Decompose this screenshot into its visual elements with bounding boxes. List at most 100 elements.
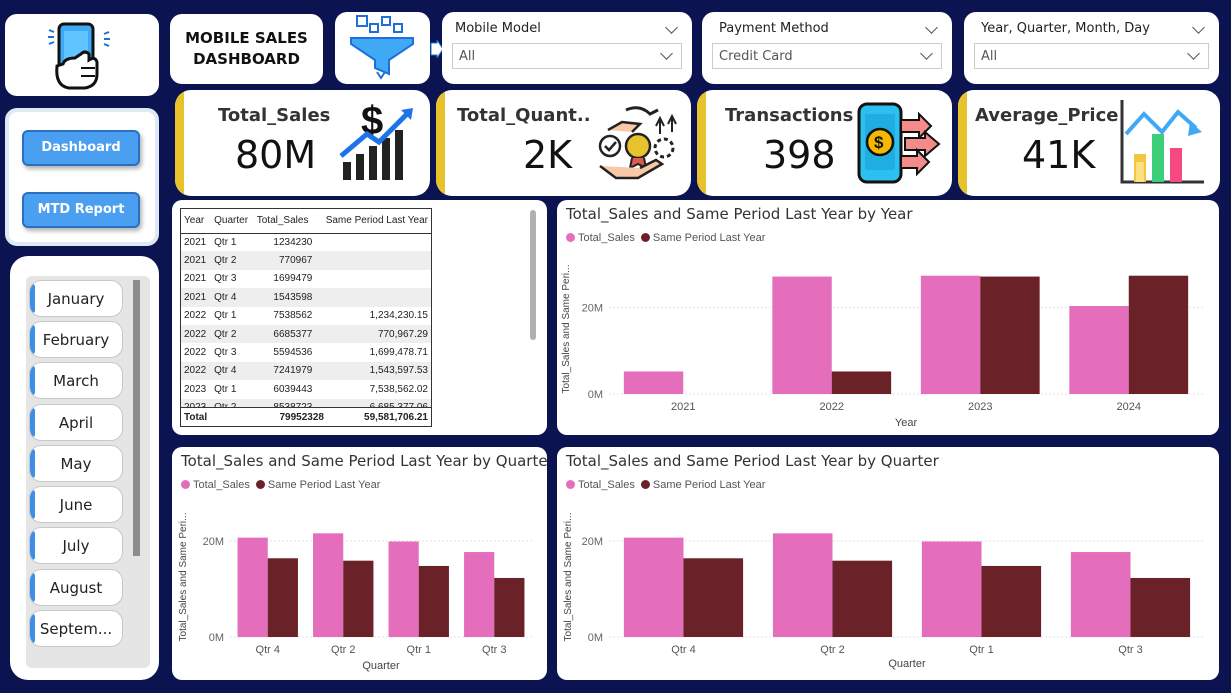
mobile-model-slicer[interactable]: Mobile Model All xyxy=(442,12,692,84)
kpi-accent-bar xyxy=(175,90,184,196)
table-scrollbar[interactable] xyxy=(530,210,536,340)
table-row: 2023 Qtr 1 6039443 7,538,562.02 xyxy=(181,380,431,398)
bar xyxy=(1130,577,1191,637)
cell: Qtr 1 xyxy=(214,310,237,322)
month-button[interactable]: May xyxy=(29,445,123,482)
bar xyxy=(343,560,374,637)
mobile-hand-icon xyxy=(48,22,110,90)
dashboard-button[interactable]: Dashboard xyxy=(22,130,140,166)
bar xyxy=(831,371,892,394)
cell: 79952328 xyxy=(267,407,327,426)
x-tick-label: 2024 xyxy=(1117,401,1141,413)
column-header[interactable]: Total_Sales xyxy=(254,209,316,233)
month-button[interactable]: July xyxy=(29,527,123,564)
bar xyxy=(1128,275,1189,394)
kpi-accent-bar xyxy=(436,90,445,196)
navigation-panel: Dashboard MTD Report xyxy=(5,108,159,246)
month-slicer-panel: January February March April May June Ju… xyxy=(10,256,159,680)
kpi-label: Total_Quant.. xyxy=(457,105,591,126)
y-tick-label: 0M xyxy=(588,632,603,644)
bar xyxy=(418,565,449,637)
sales-table-panel: Year Quarter Total_Sales Same Period Las… xyxy=(172,200,547,435)
table-total-row: Total 79952328 59,581,706.21 xyxy=(181,407,431,426)
bar xyxy=(388,541,419,637)
mobile-model-dropdown[interactable]: All xyxy=(452,43,682,69)
x-tick-label: Qtr 1 xyxy=(969,644,993,656)
x-tick-label: 2021 xyxy=(671,401,695,413)
chevron-down-icon xyxy=(660,47,673,60)
chevron-down-icon[interactable] xyxy=(665,21,678,34)
chart-plot: 0M 20M 2021 2022 2023 2024 Year Total_Sales and… xyxy=(561,265,1203,429)
chart-by-quarter: Total_Sales and Same Period Last Year by… xyxy=(557,447,1219,680)
mobile-model-label: Mobile Model xyxy=(455,21,541,36)
kpi-total-quantity: Total_Quant.. 2K xyxy=(436,90,691,196)
cell: 1543598 xyxy=(253,288,316,307)
mtd-report-button[interactable]: MTD Report xyxy=(22,192,140,228)
kpi-accent-bar xyxy=(958,90,967,196)
column-header[interactable]: Same Period Last Year xyxy=(315,209,431,233)
date-hierarchy-dropdown[interactable]: All xyxy=(974,43,1209,69)
chart-by-quarter-small: Total_Sales and Same Period Last Year by… xyxy=(172,447,547,680)
bar xyxy=(267,558,298,637)
month-button[interactable]: February xyxy=(29,321,123,358)
dashboard-title-panel: MOBILE SALES DASHBOARD xyxy=(170,14,323,84)
quantity-handshake-icon xyxy=(598,106,677,180)
bar xyxy=(980,276,1040,394)
cell: 1,234,230.15 xyxy=(369,310,428,322)
cell: 2021 xyxy=(184,273,207,285)
column-header[interactable]: Year xyxy=(181,209,211,233)
cell: 1,699,478.71 xyxy=(369,347,428,359)
kpi-label: Total_Sales xyxy=(218,105,331,126)
cell: 1,543,597.53 xyxy=(315,361,431,381)
cell: 770967 xyxy=(253,251,316,270)
x-tick-label: Qtr 3 xyxy=(1118,644,1142,656)
cell: Qtr 1 xyxy=(214,383,237,395)
payment-method-label: Payment Method xyxy=(719,21,829,36)
month-button[interactable]: August xyxy=(29,569,123,606)
x-tick-label: 2023 xyxy=(968,401,992,413)
table-row: 2021 Qtr 3 1699479 xyxy=(181,270,431,288)
month-button[interactable]: Septem... xyxy=(29,610,123,647)
chevron-down-icon xyxy=(920,47,933,60)
date-slicer[interactable]: Year, Quarter, Month, Day All xyxy=(964,12,1219,84)
cell: 2022 xyxy=(184,310,207,322)
month-button[interactable]: January xyxy=(29,280,123,317)
bar xyxy=(772,276,832,394)
table-row: 2021 Qtr 4 1543598 xyxy=(181,288,431,307)
kpi-transactions: Transactions 398 $ xyxy=(697,90,952,196)
month-button[interactable]: March xyxy=(29,362,123,399)
bar xyxy=(772,533,833,637)
filter-panel xyxy=(335,12,430,84)
kpi-label: Average_Price xyxy=(975,105,1119,126)
cell: 6039443 xyxy=(273,383,313,395)
cell: 2022 xyxy=(181,324,212,344)
column-header[interactable]: Quarter xyxy=(211,209,254,233)
payment-method-slicer[interactable]: Payment Method Credit Card xyxy=(702,12,952,84)
chevron-down-icon[interactable] xyxy=(925,21,938,34)
cell: Total xyxy=(181,407,221,426)
payment-method-dropdown[interactable]: Credit Card xyxy=(712,43,942,69)
cell: 59,581,706.21 xyxy=(327,407,431,426)
sales-table: Year Quarter Total_Sales Same Period Las… xyxy=(181,209,431,417)
bar xyxy=(921,541,982,637)
cell xyxy=(221,407,267,426)
cell: Qtr 4 xyxy=(211,288,254,307)
cell: Qtr 1 xyxy=(214,236,237,248)
cell: 7538562 xyxy=(273,310,313,322)
bar xyxy=(683,558,744,637)
cell: Qtr 2 xyxy=(211,251,254,270)
table-row: 2022 Qtr 1 7538562 1,234,230.15 xyxy=(181,307,431,325)
scrollbar[interactable] xyxy=(133,280,140,556)
y-axis-title: Total_Sales and Same Peri... xyxy=(178,513,189,642)
date-hierarchy-value: All xyxy=(981,49,998,64)
bar xyxy=(1070,552,1131,637)
month-button[interactable]: June xyxy=(29,486,123,523)
chevron-down-icon[interactable] xyxy=(1192,21,1205,34)
x-tick-label: Qtr 4 xyxy=(256,644,280,656)
cell: 770,967.29 xyxy=(315,324,431,344)
y-tick-label: 20M xyxy=(582,536,603,548)
y-tick-label: 20M xyxy=(582,302,603,314)
kpi-value: 80M xyxy=(235,133,317,177)
cell: Qtr 3 xyxy=(214,347,237,359)
month-button[interactable]: April xyxy=(29,404,123,441)
